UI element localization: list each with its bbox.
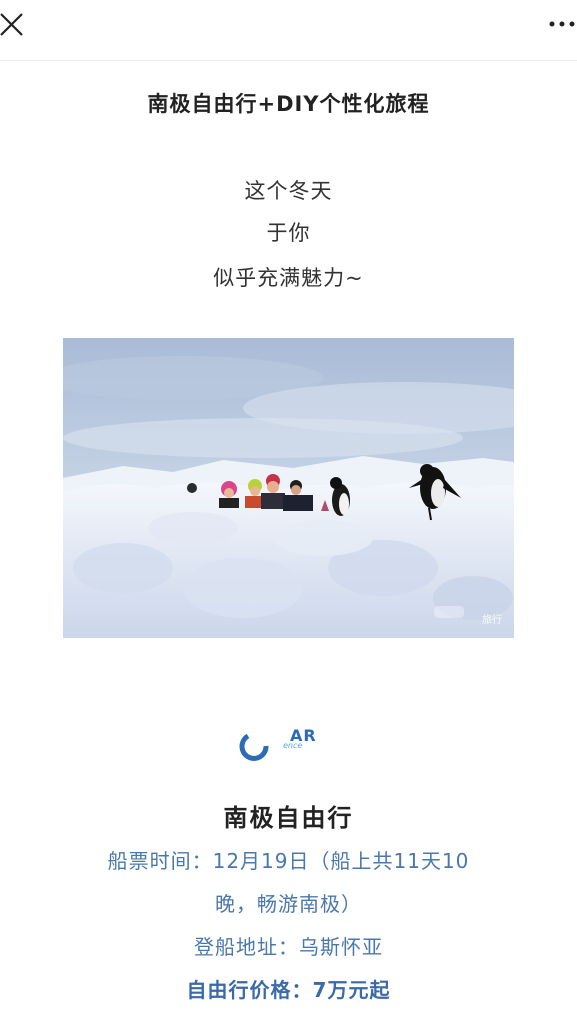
ticket-time-line-2: 晚，畅游南极） bbox=[215, 892, 362, 916]
more-dots-icon[interactable] bbox=[547, 14, 577, 34]
price-text: 自由行价格：7万元起 bbox=[186, 978, 391, 1002]
poem-line-1: 这个冬天 bbox=[244, 179, 333, 203]
top-bar bbox=[0, 0, 577, 61]
photo-watermark: 旅行 bbox=[482, 615, 502, 626]
poem-line-2: 于你 bbox=[266, 221, 311, 245]
section-title: 南极自由行 bbox=[223, 804, 354, 832]
poem-line-3: 似乎充满魅力~ bbox=[213, 266, 364, 290]
article-title: 南极自由行+DIY个性化旅程 bbox=[147, 92, 430, 116]
close-icon[interactable] bbox=[0, 8, 26, 40]
boarding-address: 登船地址：乌斯怀亚 bbox=[194, 935, 383, 959]
ticket-time-line-1: 船票时间：12月19日（船上共11天10 bbox=[107, 849, 470, 873]
antarctica-penguin-photo[interactable]: 旅行 bbox=[63, 338, 514, 638]
logo-subtitle: ence bbox=[283, 741, 303, 750]
